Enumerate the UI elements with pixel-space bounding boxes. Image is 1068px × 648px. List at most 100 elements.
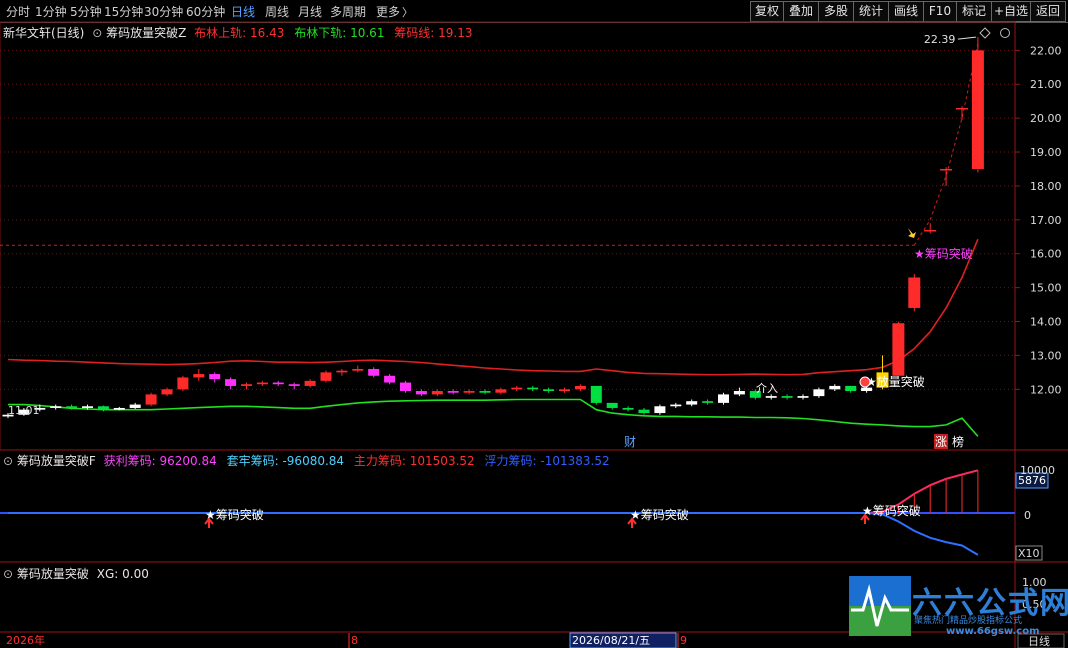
sub1-indicator-name[interactable]: 筹码放量突破F <box>17 454 96 468</box>
y-tick-label: 18.00 <box>1030 180 1062 193</box>
candle-body <box>161 389 173 395</box>
y-tick-label: 22.00 <box>1030 44 1062 57</box>
candle-body <box>82 406 93 408</box>
y-tick-label: 15.00 <box>1030 282 1062 295</box>
candle-body <box>415 391 427 395</box>
price-gridlines <box>0 49 1015 390</box>
main-indicator-name[interactable]: 筹码放量突破Z <box>106 26 186 40</box>
candles <box>2 37 984 419</box>
candle-body <box>813 389 825 397</box>
candle-body <box>304 380 316 386</box>
price-axis: 22.00 21.00 20.00 19.00 18.00 17.00 16.00 15.00… <box>1015 44 1062 396</box>
month-8-label: 8 <box>351 634 358 647</box>
candle-body <box>193 374 205 378</box>
collapse-icon[interactable]: ⊙ <box>3 567 13 581</box>
entry-annotation: 介入 <box>756 382 778 395</box>
candle-body <box>66 406 78 408</box>
candle-body <box>209 374 221 380</box>
sub1-signal-3: ★筹码突破 <box>862 503 921 518</box>
y-tick-label: 13.00 <box>1030 349 1062 362</box>
trapped-chip-value: -96080.84 <box>282 454 345 468</box>
collapse-icon[interactable]: ⊙ <box>92 26 102 40</box>
arrow-line <box>957 36 976 40</box>
bb-upper-label: 布林上轨: <box>194 26 247 40</box>
finance-tag[interactable]: 财 <box>624 435 636 449</box>
scale-tag: X10 <box>1018 547 1040 560</box>
candle-body <box>590 385 602 403</box>
bb-lower-label: 布林下轨: <box>294 26 347 40</box>
sub1-signal-1: ★筹码突破 <box>205 507 264 522</box>
candle-body <box>352 368 364 371</box>
volume-breakout-annotation: ★放量突破 <box>866 374 925 389</box>
high-marker-arrow <box>957 36 976 40</box>
watermark-subtitle: 聚焦热门精品炒股指标公式 <box>914 616 1023 626</box>
candle-body <box>606 402 618 408</box>
candle-body <box>495 389 507 393</box>
y-tick-label: 14.00 <box>1030 316 1062 329</box>
candle-body <box>908 277 921 308</box>
sub2-indicator-name[interactable]: 筹码放量突破 <box>17 567 89 581</box>
month-9-label: 9 <box>680 634 687 647</box>
y-tick-label: 16.00 <box>1030 248 1062 261</box>
candle-body <box>256 382 268 385</box>
candle-body <box>574 385 586 390</box>
limit-tag[interactable]: 涨 <box>935 434 947 449</box>
candle-body <box>431 391 443 395</box>
candle-body <box>956 107 968 110</box>
y-tick-label: 21.00 <box>1030 78 1062 91</box>
bollinger-lower-line <box>8 398 979 437</box>
candle-body <box>971 50 984 169</box>
stock-title: 新华文轩(日线) <box>3 26 85 40</box>
watermark-url: www.66gsw.com <box>946 626 1040 637</box>
candle-body <box>797 396 809 398</box>
sub1-tick-zero: 0 <box>1024 509 1031 522</box>
diamond-icon[interactable] <box>979 27 991 39</box>
candle-body <box>384 375 396 383</box>
candle-body <box>272 382 284 385</box>
candle-body <box>511 387 523 390</box>
xg-value: 0.00 <box>122 567 149 581</box>
candle-body <box>400 382 411 392</box>
candle-body <box>718 394 729 403</box>
circle-icon[interactable] <box>1000 28 1010 38</box>
y-tick-label: 20.00 <box>1030 112 1062 125</box>
candle-body <box>320 372 332 381</box>
candle-body <box>145 394 157 405</box>
candle-body <box>527 387 539 390</box>
candle-body <box>702 401 714 403</box>
candle-body <box>940 168 953 171</box>
collapse-icon[interactable]: ⊙ <box>3 454 13 468</box>
candle-body <box>924 230 937 232</box>
candle-body <box>129 404 141 408</box>
candle-body <box>225 379 237 386</box>
chip-line-label: 筹码线: <box>394 26 435 40</box>
candle-body <box>241 384 252 386</box>
candle-body <box>781 396 793 398</box>
candle-body <box>845 385 857 392</box>
cursor-date-label: 2026/08/21/五 <box>572 634 650 647</box>
kline-chart[interactable]: 22.00 21.00 20.00 19.00 18.00 17.00 16.00 15.00… <box>0 0 1068 648</box>
low-marker-label: 11.01 <box>8 404 40 417</box>
profit-chip-value: 96200.84 <box>159 454 217 468</box>
sub2-info-bar: ⊙ 筹码放量突破 XG: 0.00 <box>3 565 149 582</box>
candle-body <box>288 384 300 386</box>
bb-lower-path <box>8 398 979 437</box>
signal-dot-icon <box>859 376 871 388</box>
candle-body <box>447 391 459 393</box>
sub1-signal-2: ★筹码突破 <box>630 507 689 522</box>
watermark-logo <box>849 576 911 636</box>
list-tag[interactable]: 榜 <box>952 434 964 449</box>
candle-body <box>177 377 189 390</box>
candle-body <box>892 323 905 376</box>
candle-body <box>654 406 666 414</box>
time-axis-start: 2026年 <box>6 633 45 647</box>
y-tick-label: 19.00 <box>1030 146 1062 159</box>
main-info-bar: 新华文轩(日线) ⊙ 筹码放量突破Z 布林上轨: 16.43 布林下轨: 10.… <box>3 24 473 41</box>
bb-upper-value: 16.43 <box>250 26 285 40</box>
main-chip-value: 101503.52 <box>409 454 475 468</box>
candle-body <box>50 406 62 408</box>
candle-body <box>113 407 125 410</box>
candle-body <box>336 370 348 373</box>
sub1-tick-top: 10000 <box>1020 464 1055 477</box>
xg-label: XG: <box>96 567 119 581</box>
